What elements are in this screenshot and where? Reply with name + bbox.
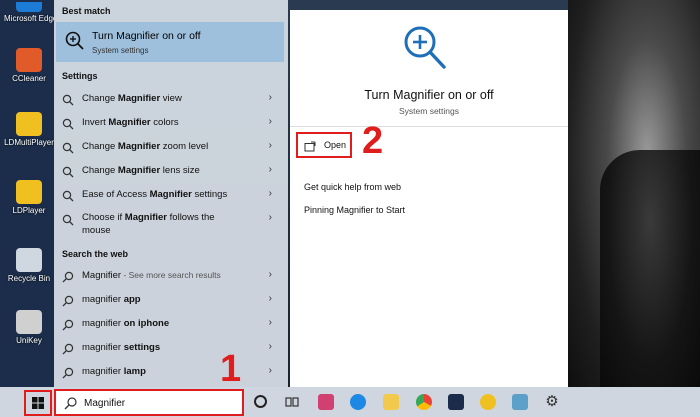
start-button[interactable] — [24, 390, 52, 416]
ldplayer-icon[interactable] — [480, 394, 496, 410]
settings-item[interactable]: Invert Magnifier colors › — [56, 112, 284, 134]
chevron-right-icon: › — [268, 341, 272, 352]
zalo-icon[interactable] — [350, 394, 366, 410]
best-match-subtitle: System settings — [92, 46, 149, 55]
chevron-right-icon: › — [268, 164, 272, 175]
settings-item[interactable]: Change Magnifier zoom level › — [56, 136, 284, 158]
desktop-icon-ccleaner[interactable]: CCleaner — [4, 48, 54, 83]
search-icon — [62, 318, 74, 336]
search-icon — [62, 270, 74, 288]
desktop-icon-ldplayer[interactable]: LDPlayer — [4, 180, 54, 215]
settings-header: Settings — [62, 71, 98, 81]
search-icon — [62, 366, 74, 384]
desktop-icons: Microsoft Edge CCleaner LDMultiPlayer LD… — [0, 0, 56, 387]
best-match-item[interactable]: Turn Magnifier on or off System settings — [56, 22, 284, 62]
best-match-header: Best match — [62, 6, 111, 16]
chevron-right-icon: › — [268, 116, 272, 127]
settings-item[interactable]: Change Magnifier lens size › — [56, 160, 284, 182]
web-result-item[interactable]: magnifier settings › — [56, 337, 284, 359]
magnifier-plus-icon — [62, 93, 74, 111]
search-icon — [62, 294, 74, 312]
web-result-item[interactable]: magnifier on iphone › — [56, 313, 284, 335]
windows-icon — [32, 397, 44, 409]
desktop-icon-edge[interactable]: Microsoft Edge — [4, 2, 54, 23]
magnifier-plus-icon — [62, 141, 74, 159]
photoshop-icon[interactable] — [448, 394, 464, 410]
desktop-icon-ldmulti[interactable]: LDMultiPlayer — [4, 112, 54, 147]
preview-title: Turn Magnifier on or off — [364, 88, 494, 102]
recycle-bin-icon — [16, 248, 42, 272]
quick-help-header: Get quick help from web — [304, 182, 402, 192]
chevron-right-icon: › — [268, 293, 272, 304]
web-result-item[interactable]: magnifier lamp › — [56, 361, 284, 383]
web-result-item[interactable]: Magnifier - See more search results › — [56, 265, 284, 287]
magnifier-plus-icon — [400, 22, 450, 79]
settings-item[interactable]: Ease of Access Magnifier settings › — [56, 184, 284, 206]
preview-subtitle: System settings — [399, 106, 459, 116]
chevron-right-icon: › — [268, 212, 272, 223]
settings-icon[interactable]: ⚙ — [544, 394, 560, 410]
taskbar-search-box[interactable] — [54, 389, 244, 416]
chrome-icon[interactable] — [416, 394, 432, 410]
magnifier-plus-icon — [62, 117, 74, 135]
step-2-annotation: 2 — [362, 120, 384, 162]
search-results-pane: Best match Turn Magnifier on or off Syst… — [54, 0, 288, 387]
ldplayer-icon — [16, 180, 42, 204]
magnifier-plus-icon — [62, 165, 74, 183]
magnifier-plus-icon — [64, 30, 86, 57]
step-1-annotation: 1 — [220, 348, 242, 390]
file-explorer-icon[interactable] — [383, 394, 399, 410]
search-web-header: Search the web — [62, 249, 129, 259]
open-label: Open — [324, 140, 347, 150]
preview-pane: Turn Magnifier on or off System settings… — [290, 10, 568, 387]
desktop-icon-recycle[interactable]: Recycle Bin — [4, 248, 54, 283]
chevron-right-icon: › — [268, 269, 272, 280]
ccleaner-icon — [16, 48, 42, 72]
web-result-item[interactable]: magnifier app › — [56, 289, 284, 311]
edge-icon — [16, 2, 42, 12]
chevron-right-icon: › — [268, 140, 272, 151]
chevron-right-icon: › — [268, 365, 272, 376]
ldmultiplayer-icon — [16, 112, 42, 136]
app-icon-2[interactable] — [512, 394, 528, 410]
task-view-icon[interactable] — [284, 394, 300, 410]
settings-item[interactable]: Change Magnifier view › — [56, 88, 284, 110]
chevron-right-icon: › — [268, 317, 272, 328]
chevron-right-icon: › — [268, 188, 272, 199]
magnifier-plus-icon — [62, 213, 74, 231]
search-input[interactable] — [84, 395, 234, 411]
unikey-icon — [16, 310, 42, 334]
search-icon — [64, 397, 77, 415]
app-icon-1[interactable] — [318, 394, 334, 410]
best-match-title: Turn Magnifier on or off — [92, 30, 201, 42]
open-window-icon — [304, 139, 316, 157]
magnifier-plus-icon — [62, 189, 74, 207]
cortana-icon[interactable] — [254, 395, 267, 408]
divider — [290, 126, 568, 127]
chevron-right-icon: › — [268, 92, 272, 103]
wallpaper-figure — [600, 150, 700, 387]
settings-item[interactable]: Choose if Magnifier follows the mouse › — [56, 208, 284, 240]
quick-help-link[interactable]: Pinning Magnifier to Start — [304, 205, 405, 215]
desktop-icon-unikey[interactable]: UniKey — [4, 310, 54, 345]
search-icon — [62, 342, 74, 360]
open-button[interactable]: Open — [296, 132, 352, 158]
